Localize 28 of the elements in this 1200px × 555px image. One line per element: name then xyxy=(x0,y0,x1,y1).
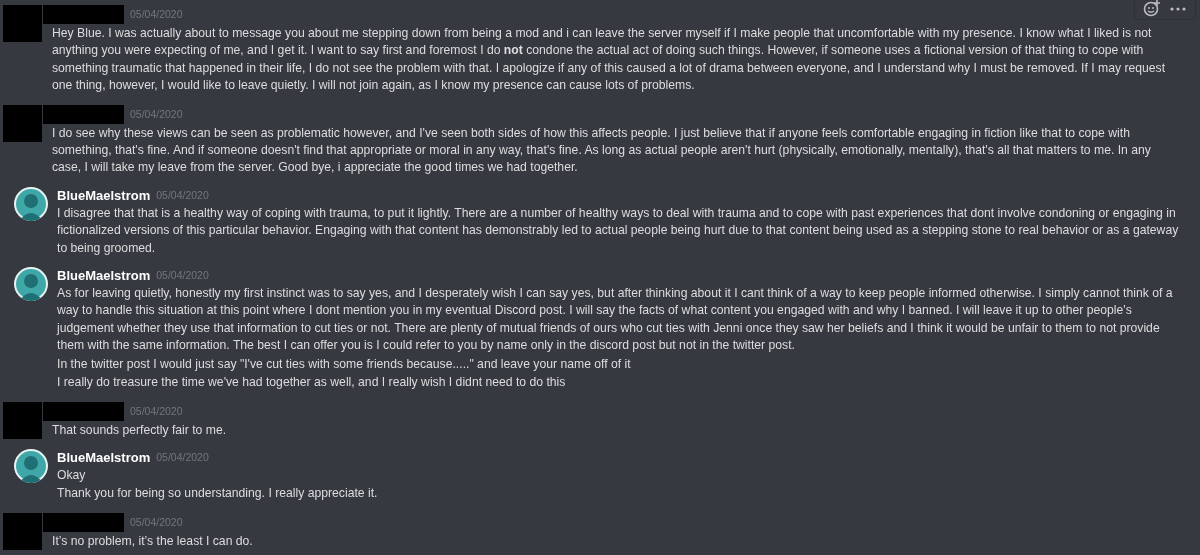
add-reaction-icon[interactable] xyxy=(1143,0,1161,17)
timestamp: 05/04/2020 xyxy=(156,449,209,465)
avatar[interactable] xyxy=(14,186,48,221)
timestamp: 05/04/2020 xyxy=(130,106,183,122)
timestamp: 05/04/2020 xyxy=(130,514,183,530)
message-text: That sounds perfectly fair to me. xyxy=(52,421,228,439)
message-text: I do see why these views can be seen as problematic however, and I've seen both sides of how this affects people. I just believe that if anyone feels comfortable engaging in fiction like that to cope with something, that's fine. And if someone doesn't find that appropriate or moral in any way, that's fine. As long as actual people aren't hurt (physically, emotionally, mentally), that's all that matters to me. In any case, I will take my leave from the server. Good bye, i appreciate the good times we had together. xyxy=(52,124,1152,177)
username[interactable]: BlueMaelstrom xyxy=(57,448,151,466)
message-text: It’s no problem, it’s the least I can do. xyxy=(52,532,254,550)
timestamp: 05/04/2020 xyxy=(156,187,209,203)
redacted-avatar xyxy=(3,104,42,142)
username[interactable]: BlueMaelstrom xyxy=(57,267,151,285)
avatar[interactable] xyxy=(14,267,48,302)
timestamp: 05/04/2020 xyxy=(156,268,209,284)
redacted-avatar xyxy=(3,401,42,439)
message-text: I really do treasure the time we've had together as well, and I really wish I didnt need to do this xyxy=(57,374,567,392)
timestamp: 05/04/2020 xyxy=(130,7,183,22)
redacted-avatar xyxy=(3,512,42,550)
message-text: Hey Blue. I was actually about to message you about me stepping down from being a mod and i can leave the server myself if I make people that uncomfortable with my presence. I know what I liked is not anything you were expecting of me, and I get it. I want to say first and foremost I do not condone the actual act of doing such things. However, if someone uses a fictional version of that thing to cope with something traumatic that happened in their life, I do not see the problem with that. I apologize if any of this caused a lot of drama between everyone, and I understand why I must be removed. If I may request one thing, however, I would like to leave quietly. I will not join again, as I know my presence can cause lots of problems. xyxy=(52,25,1167,95)
message-text: Okay xyxy=(57,466,87,484)
timestamp: 05/04/2020 xyxy=(130,403,183,419)
avatar[interactable] xyxy=(14,448,48,483)
message-text: I disagree that that is a healthy way of coping with trauma, to put it lightly. There are a number of healthy ways to deal with trauma and to cope with past experiences that dont involve condoning or engaging in fictionalized versions of this particular behavior. Engaging with that content has demonstrably led to actual people being hurt due to that content being used as a stepping stone to real behavior or as a gateway to being groomed. xyxy=(57,204,1180,257)
message-text: As for leaving quietly, honestly my first instinct was to say yes, and I desperately wish I can say yes, but after thinking about it I cant think of a way to keep people informed otherwise. I simply cannot think of a way to handle this situation at this point where I dont mention you in my eventual Discord post. I will say the facts of what content you engaged with and why I banned. I will leave it up to other people's judgement whether they use that information to cut ties or not. There are plenty of mutual friends of ours who cut ties with Jenni once they saw her beliefs and I think it would be unfair to them to not provide them with the same information. The best I can offer you is I could refer to you by name only in the discord post but not in the twitter post. xyxy=(57,285,1174,355)
username[interactable]: BlueMaelstrom xyxy=(57,186,151,204)
message-text: Thank you for being so understanding. I really appreciate it. xyxy=(57,485,379,503)
message-text: In the twitter post I would just say "I've cut ties with some friends because....." and leave your name off of it xyxy=(57,355,632,373)
redacted-avatar xyxy=(3,5,42,42)
